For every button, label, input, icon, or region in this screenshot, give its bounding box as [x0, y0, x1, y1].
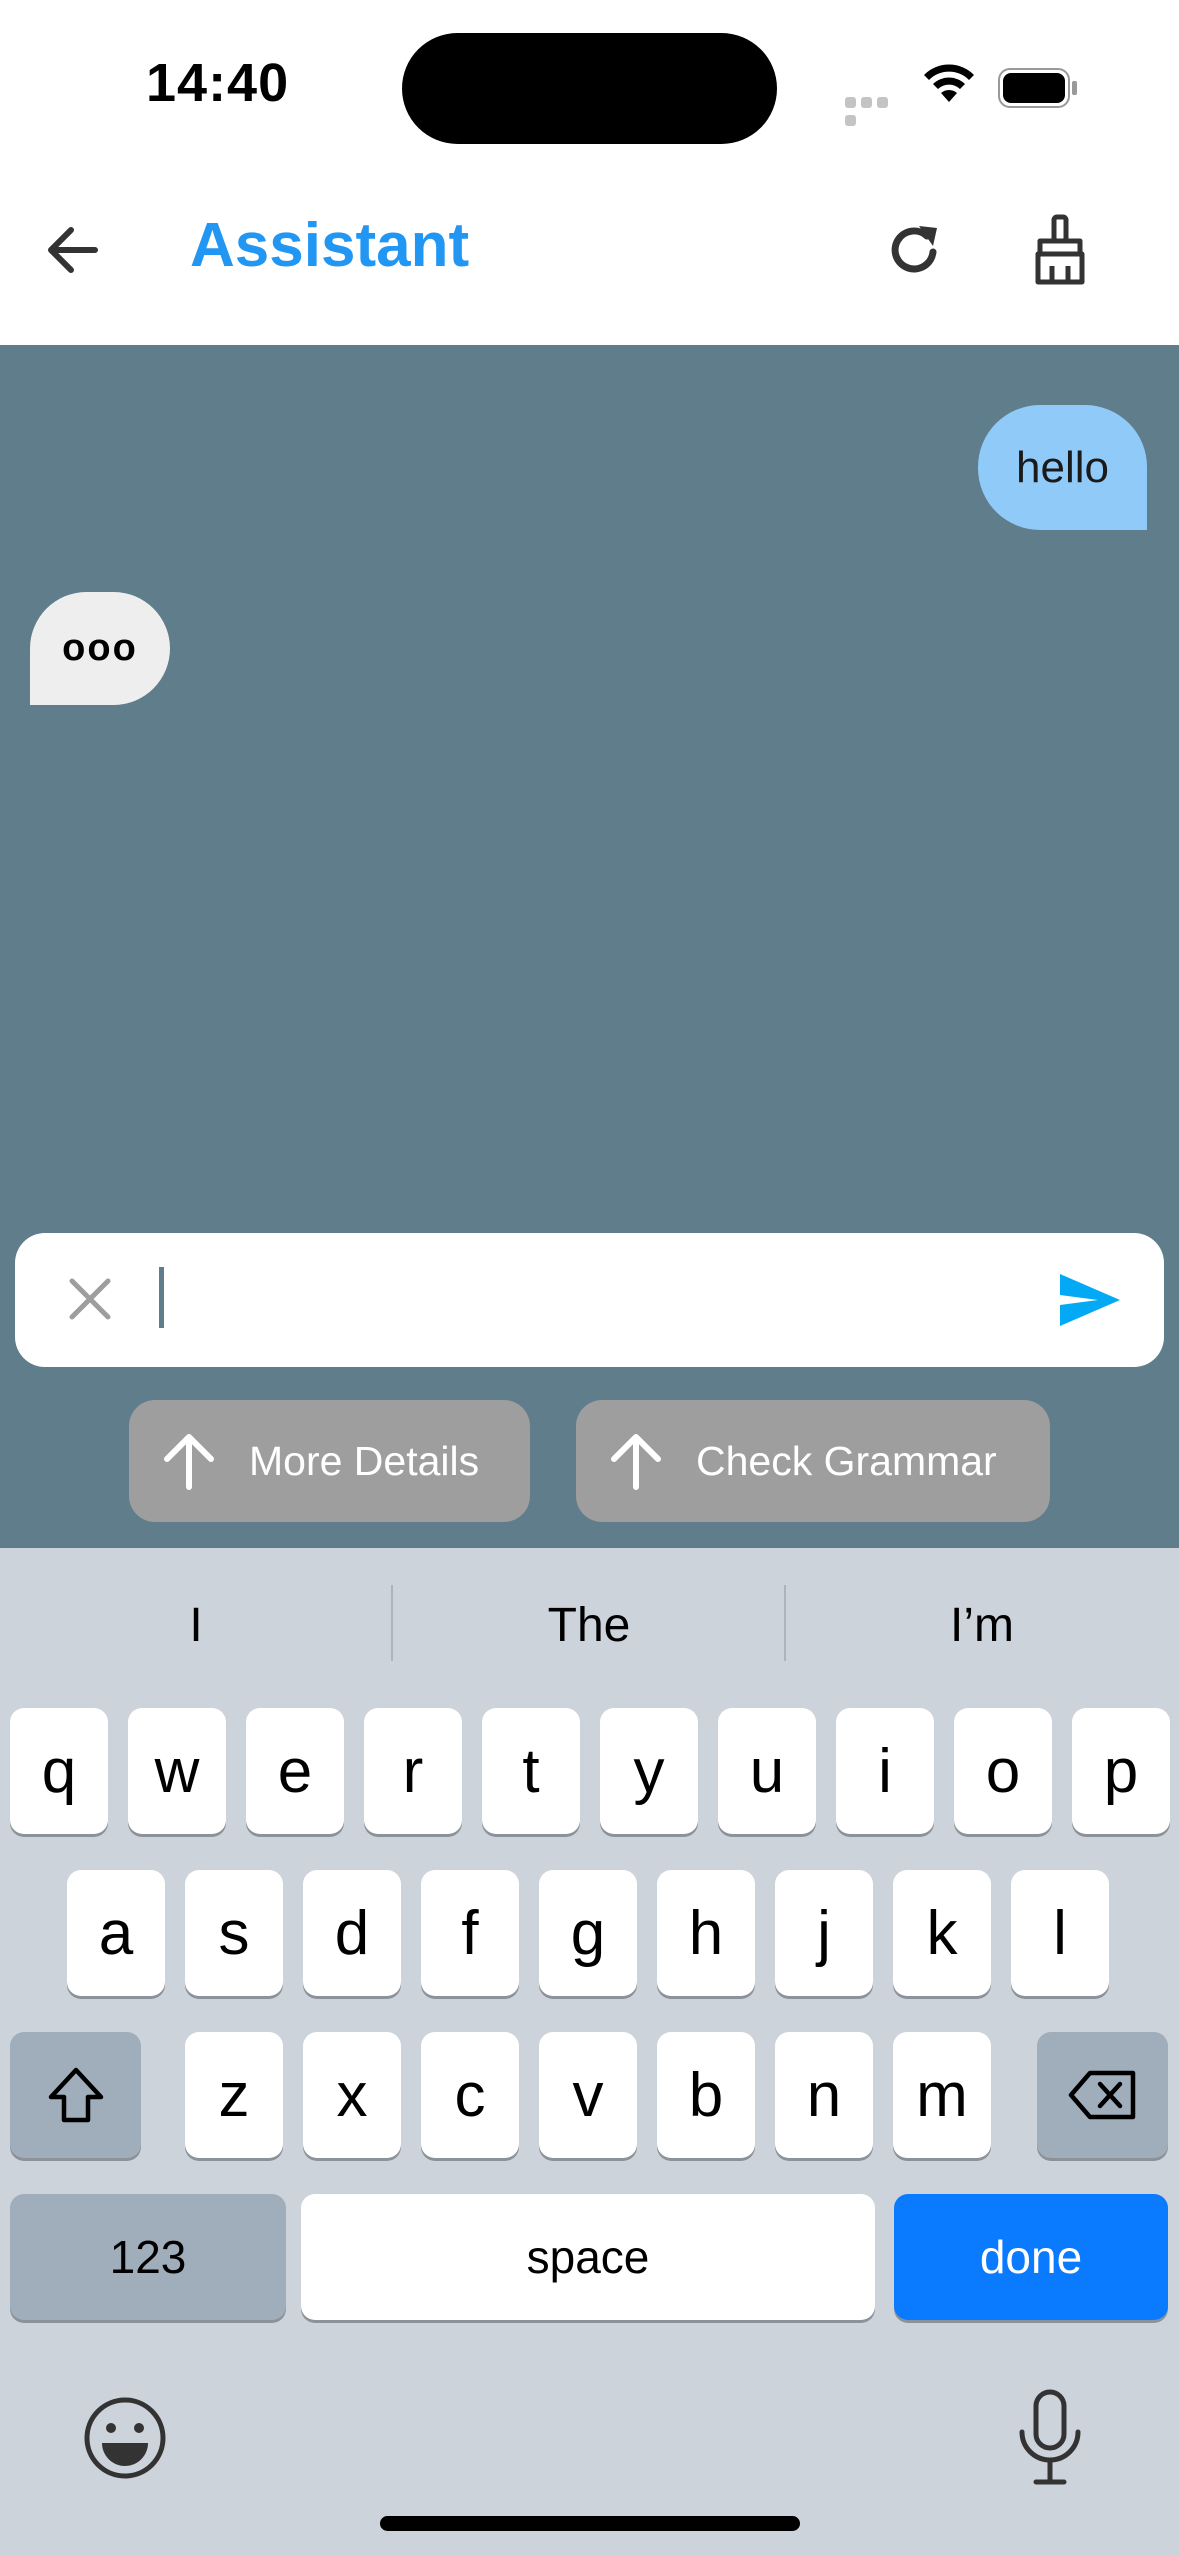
arrow-up-icon [606, 1431, 666, 1491]
key-q[interactable]: q [10, 1708, 108, 1834]
key-n[interactable]: n [775, 2032, 873, 2158]
key-u[interactable]: u [718, 1708, 816, 1834]
key-t[interactable]: t [482, 1708, 580, 1834]
prediction-2[interactable]: The [393, 1560, 785, 1690]
chat-area [0, 345, 1179, 1548]
key-o[interactable]: o [954, 1708, 1052, 1834]
key-w[interactable]: w [128, 1708, 226, 1834]
key-f[interactable]: f [421, 1870, 519, 1996]
key-j[interactable]: j [775, 1870, 873, 1996]
cellular-signal-icon [845, 95, 907, 126]
send-icon [1060, 1274, 1120, 1326]
dynamic-island [402, 33, 777, 144]
arrow-left-icon [47, 227, 98, 273]
key-i[interactable]: i [836, 1708, 934, 1834]
arrow-up-icon [159, 1431, 219, 1491]
message-input[interactable] [15, 1233, 1164, 1367]
key-x[interactable]: x [303, 2032, 401, 2158]
backspace-icon [1068, 2070, 1135, 2120]
key-l[interactable]: l [1011, 1870, 1109, 1996]
numbers-key[interactable]: 123 [10, 2194, 286, 2320]
suggestion-check-grammar[interactable]: Check Grammar [576, 1400, 1050, 1522]
clear-input-button[interactable] [55, 1264, 125, 1334]
key-y[interactable]: y [600, 1708, 698, 1834]
prediction-3[interactable]: I’m [786, 1560, 1178, 1690]
key-k[interactable]: k [893, 1870, 991, 1996]
broom-icon [1035, 214, 1085, 285]
key-m[interactable]: m [893, 2032, 991, 2158]
key-a[interactable]: a [67, 1870, 165, 1996]
status-time: 14:40 [146, 53, 290, 113]
clear-chat-button[interactable] [1015, 205, 1105, 295]
prediction-1[interactable]: I [0, 1560, 392, 1690]
key-s[interactable]: s [185, 1870, 283, 1996]
suggestion-label: Check Grammar [696, 1437, 997, 1484]
send-button[interactable] [1050, 1262, 1130, 1338]
suggestion-more-details[interactable]: More Details [129, 1400, 530, 1522]
back-button[interactable] [30, 205, 115, 295]
battery-icon [998, 68, 1078, 108]
refresh-icon [891, 226, 937, 273]
text-cursor [159, 1267, 164, 1328]
app-bar [0, 175, 1179, 345]
dictation-button[interactable] [1010, 2388, 1090, 2488]
assistant-typing-bubble: ooo [30, 592, 170, 705]
refresh-button[interactable] [870, 205, 960, 295]
emoji-icon [84, 2397, 166, 2479]
user-message-bubble: hello [978, 405, 1147, 530]
key-h[interactable]: h [657, 1870, 755, 1996]
key-e[interactable]: e [246, 1708, 344, 1834]
page-title: Assistant [190, 211, 470, 280]
shift-icon [48, 2067, 103, 2123]
key-d[interactable]: d [303, 1870, 401, 1996]
emoji-button[interactable] [80, 2393, 170, 2483]
key-p[interactable]: p [1072, 1708, 1170, 1834]
close-icon [69, 1278, 111, 1320]
wifi-icon [921, 62, 977, 111]
space-key[interactable]: space [301, 2194, 875, 2320]
backspace-key[interactable] [1037, 2032, 1168, 2158]
key-c[interactable]: c [421, 2032, 519, 2158]
home-indicator [380, 2516, 800, 2531]
key-r[interactable]: r [364, 1708, 462, 1834]
key-z[interactable]: z [185, 2032, 283, 2158]
suggestion-label: More Details [249, 1437, 480, 1484]
key-g[interactable]: g [539, 1870, 637, 1996]
shift-key[interactable] [10, 2032, 141, 2158]
key-b[interactable]: b [657, 2032, 755, 2158]
key-v[interactable]: v [539, 2032, 637, 2158]
done-key[interactable]: done [894, 2194, 1168, 2320]
microphone-icon [1019, 2389, 1081, 2485]
